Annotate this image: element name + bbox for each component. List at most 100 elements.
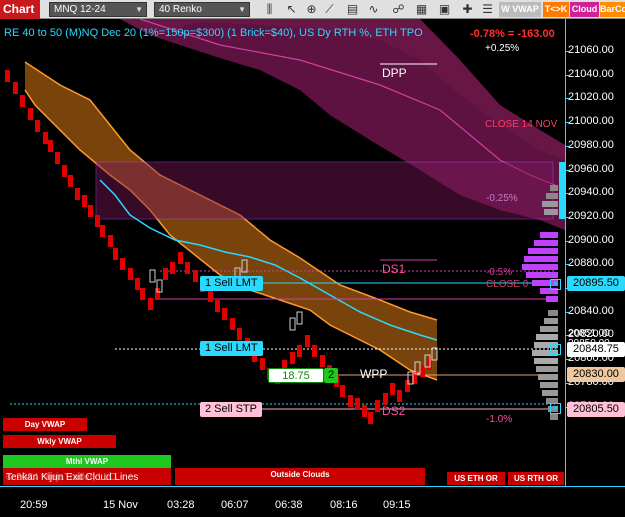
sell-limit-order-1[interactable]: 1 Sell LMT xyxy=(200,276,263,291)
close-order-1-icon[interactable]: × xyxy=(550,279,561,290)
price-tick: 20960.00 xyxy=(568,162,614,175)
profile-bar xyxy=(544,209,558,215)
profile-bar xyxy=(540,232,558,238)
renko-brick-down xyxy=(55,152,60,164)
time-axis[interactable] xyxy=(0,486,625,517)
renko-brick-down xyxy=(320,355,325,367)
position-qty[interactable]: 2 xyxy=(324,368,338,383)
instrument-select[interactable]: MNQ 12-24 ▼ xyxy=(49,2,147,17)
profile-bar xyxy=(542,201,558,207)
renko-brick-down xyxy=(208,290,213,302)
ds1-label: DS1 xyxy=(382,262,406,276)
price-tick-mark xyxy=(565,145,569,147)
renko-brick-down xyxy=(113,248,118,260)
renko-brick-down xyxy=(82,195,87,207)
renko-brick-down xyxy=(68,175,73,187)
indicators-icon[interactable]: ∿ xyxy=(366,2,381,17)
price-tick: 21000.00 xyxy=(568,115,614,128)
bar-type-select[interactable]: 40 Renko ▼ xyxy=(154,2,250,17)
wkly-vwap-status[interactable]: Wkly VWAP xyxy=(3,435,116,448)
instrument-value: MNQ 12-24 xyxy=(54,4,106,15)
us-eth-or-status[interactable]: US ETH OR xyxy=(447,472,505,485)
position-pnl[interactable]: 18.75 xyxy=(268,368,324,383)
renko-brick-down xyxy=(163,268,168,280)
renko-brick-down xyxy=(108,235,113,247)
renko-brick-down xyxy=(420,365,425,377)
crosshair-icon[interactable]: ✚ xyxy=(460,2,475,17)
chart-trader-icon[interactable]: ▦ xyxy=(414,2,429,17)
profile-bar xyxy=(542,390,558,396)
price-tick: 20840.00 xyxy=(568,304,614,317)
chart-panel[interactable] xyxy=(0,19,565,486)
renko-brick-down xyxy=(215,300,220,312)
tk-button[interactable]: T<>K xyxy=(543,2,569,17)
profile-bar xyxy=(538,374,558,380)
price-tick-mark xyxy=(565,122,569,124)
draw-tool-icon[interactable]: ⟋ xyxy=(322,2,337,17)
strategies-icon[interactable]: ☍ xyxy=(391,2,406,17)
price-tag-sell1: 20895.50 xyxy=(567,276,625,291)
templates-icon[interactable]: ▤ xyxy=(345,2,360,17)
w-vwap-button[interactable]: W VWAP xyxy=(499,2,541,17)
renko-brick-down xyxy=(140,288,145,300)
zoom-icon[interactable]: ⊕ xyxy=(304,2,319,17)
close-order-2-icon[interactable]: × xyxy=(550,344,561,355)
properties-icon[interactable]: ☰ xyxy=(480,2,495,17)
cloud-button[interactable]: Cloud xyxy=(570,2,599,17)
price-tick-mark xyxy=(565,193,569,195)
renko-brick-down xyxy=(397,390,402,402)
renko-brick-up xyxy=(289,317,296,331)
profile-bar xyxy=(536,366,558,372)
price-tick-mark xyxy=(565,359,569,361)
renko-brick-up xyxy=(149,269,156,283)
close-stop-icon[interactable]: × xyxy=(550,403,561,414)
price-tag-stop: 20805.50 xyxy=(567,402,625,417)
renko-brick-down xyxy=(312,345,317,357)
renko-brick-down xyxy=(222,308,227,320)
us-rth-or-status[interactable]: US RTH OR xyxy=(508,472,564,485)
time-tick: 08:16 xyxy=(330,499,358,511)
price-tick-mark xyxy=(565,264,569,266)
profile-bar xyxy=(550,185,558,191)
price-tick-mark xyxy=(565,382,569,384)
price-tick: 20880.00 xyxy=(568,257,614,270)
renko-brick-down xyxy=(355,398,360,410)
day-vwap-status[interactable]: Day VWAP xyxy=(3,418,87,431)
mthl-vwap-status[interactable]: Mthl VWAP xyxy=(3,455,171,468)
price-tick-mark xyxy=(565,51,569,52)
pointer-icon[interactable]: ↖ xyxy=(284,2,299,17)
profile-bar xyxy=(540,382,558,388)
ds2-label: DS2 xyxy=(382,404,406,418)
renko-brick-down xyxy=(35,120,40,132)
barco-button[interactable]: BarCo xyxy=(600,2,625,17)
renko-brick-down xyxy=(170,262,175,274)
close0-label: CLOSE 0 xyxy=(486,279,529,290)
renko-brick-down xyxy=(48,140,53,152)
price-tag-position: 20830.00 xyxy=(567,367,625,382)
chevron-down-icon: ▼ xyxy=(135,5,143,14)
time-tick: 06:38 xyxy=(275,499,303,511)
price-tick: 21040.00 xyxy=(568,67,614,80)
renko-brick-down xyxy=(178,252,183,264)
outside-clouds-status[interactable]: Outside Clouds xyxy=(175,468,425,485)
renko-brick-down xyxy=(20,95,25,107)
profile-bar xyxy=(526,272,558,278)
renko-brick-down xyxy=(305,335,310,347)
data-box-icon[interactable]: ▣ xyxy=(437,2,452,17)
profile-bar xyxy=(546,193,558,199)
toolbar: Chart MNQ 12-24 ▼ 40 Renko ▼ ⫼ ↖ ⊕ ⟋ ▤ ∿ ☍… xyxy=(0,0,625,19)
neg05-label: -0.5% xyxy=(486,267,513,278)
time-tick: 06:07 xyxy=(221,499,249,511)
price-tick-mark xyxy=(565,74,569,76)
sell-limit-order-2[interactable]: 1 Sell LMT xyxy=(200,341,263,356)
close-14nov-label: CLOSE 14 NOV xyxy=(485,119,558,130)
bar-chart-icon[interactable]: ⫼ xyxy=(262,2,277,17)
chart-menu-button[interactable]: Chart xyxy=(0,0,40,19)
sell-stop-order[interactable]: 2 Sell STP xyxy=(200,402,262,417)
renko-brick-down xyxy=(100,225,105,237)
profile-bar xyxy=(534,240,558,246)
renko-brick-down xyxy=(340,385,345,397)
percent-change: -0.78% = -163.00 xyxy=(470,28,555,40)
chart-canvas xyxy=(5,19,565,424)
bar-type-value: 40 Renko xyxy=(159,4,202,15)
